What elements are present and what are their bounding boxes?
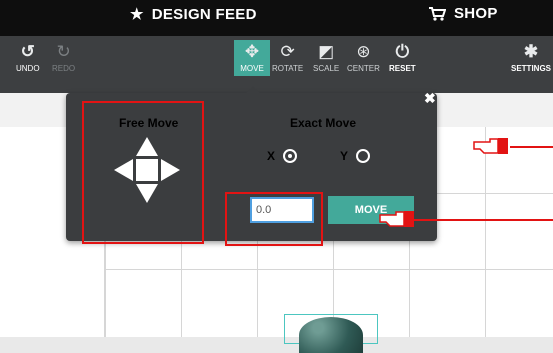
- move-icon: ✥: [244, 42, 260, 61]
- settings-button[interactable]: ✱ SETTINGS: [511, 40, 551, 73]
- top-bar: ★ DESIGN FEED SHOP: [0, 0, 553, 36]
- axis-y-label: Y: [340, 149, 349, 163]
- close-icon[interactable]: ✖: [424, 90, 436, 107]
- redo-button[interactable]: ↻ REDO: [52, 40, 75, 73]
- axis-y-radio[interactable]: Y: [340, 149, 371, 163]
- 3d-model[interactable]: [299, 317, 363, 353]
- annotation-line: [510, 146, 553, 148]
- toolbar: ↺ UNDO ↻ REDO ✥ MOVE ⟳ ROTATE ◩ SCALE ⊛ …: [0, 36, 553, 93]
- annotation-box-input: [225, 192, 323, 246]
- pointing-hand-icon: [473, 138, 508, 154]
- pointing-hand-icon: [379, 211, 414, 227]
- redo-label: REDO: [52, 64, 76, 73]
- shop-label: SHOP: [454, 5, 498, 22]
- gear-icon: ✱: [523, 42, 539, 61]
- reset-icon: ⏻: [395, 42, 410, 61]
- center-label: CENTER: [347, 64, 380, 73]
- cart-icon: [429, 6, 446, 21]
- scale-tool-button[interactable]: ◩ SCALE: [313, 40, 339, 73]
- scale-icon: ◩: [318, 42, 335, 61]
- rotate-icon: ⟳: [280, 42, 295, 61]
- axis-x-label: X: [267, 149, 276, 163]
- settings-label: SETTINGS: [511, 64, 552, 73]
- scale-label: SCALE: [313, 64, 340, 73]
- shop-link[interactable]: SHOP: [428, 5, 498, 22]
- undo-icon: ↺: [20, 42, 35, 61]
- reset-label: RESET: [389, 64, 416, 73]
- reset-tool-button[interactable]: ⏻ RESET: [389, 40, 416, 73]
- annotation-line: [414, 219, 553, 221]
- panel-caret: [246, 86, 260, 93]
- undo-label: UNDO: [16, 64, 40, 73]
- design-feed-link[interactable]: ★ DESIGN FEED: [130, 5, 257, 24]
- move-tool-button[interactable]: ✥ MOVE: [234, 40, 270, 76]
- annotation-box-free-move: [82, 101, 204, 244]
- center-tool-button[interactable]: ⊛ CENTER: [347, 40, 380, 73]
- undo-button[interactable]: ↺ UNDO: [16, 40, 40, 73]
- axis-x-radio[interactable]: X: [267, 149, 298, 163]
- rotate-tool-button[interactable]: ⟳ ROTATE: [272, 40, 303, 73]
- redo-icon: ↻: [56, 42, 71, 61]
- radio-unselected-icon: [356, 149, 371, 163]
- star-icon: ★: [130, 6, 144, 23]
- rotate-label: ROTATE: [272, 64, 304, 73]
- design-feed-label: DESIGN FEED: [151, 5, 257, 23]
- model-selection-box[interactable]: [284, 314, 378, 353]
- center-icon: ⊛: [356, 42, 371, 61]
- radio-selected-icon: [283, 149, 298, 163]
- move-label: MOVE: [240, 64, 264, 73]
- exact-move-heading: Exact Move: [290, 116, 357, 130]
